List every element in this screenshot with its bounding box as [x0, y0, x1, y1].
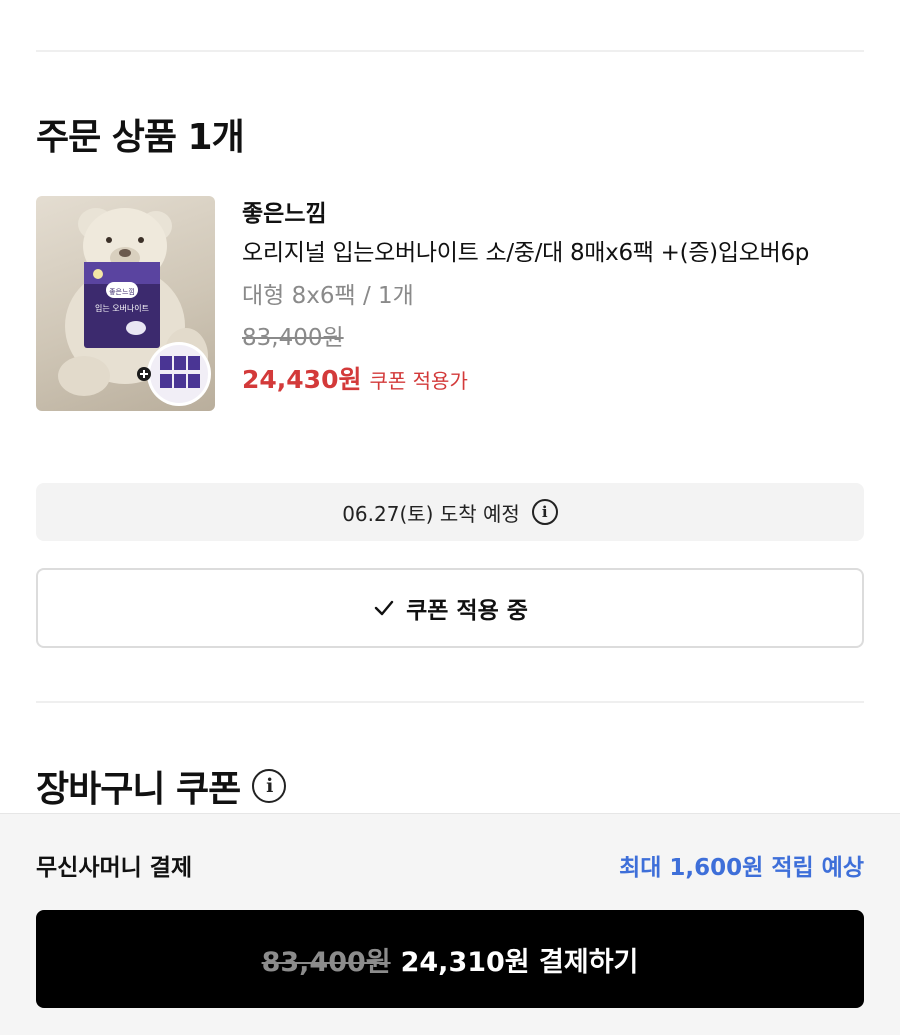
- product-image[interactable]: 좋은느낌 입는 오버나이트: [36, 196, 215, 411]
- coupon-price-note: 쿠폰 적용가: [369, 369, 468, 393]
- original-price: 83,400원: [242, 325, 344, 351]
- payment-method-label: 무신사머니 결제: [36, 855, 193, 881]
- checkout-page: 주문 상품 1개 좋은느낌 입는 오버나이트 좋은느낌 오리지널 입는오버나이트…: [0, 0, 900, 1035]
- top-divider: [36, 50, 864, 52]
- coupon-button-label: 쿠폰 적용 중: [406, 598, 528, 624]
- reward-estimate: 최대 1,600원 적립 예상: [619, 855, 864, 881]
- sale-price: 24,430원: [242, 365, 362, 394]
- check-icon: [374, 600, 394, 616]
- delivery-estimate: 06.27(토) 도착 예정 i: [36, 483, 864, 541]
- teddy-bear-product-illustration: 좋은느낌 입는 오버나이트: [58, 208, 211, 406]
- product-info: 좋은느낌 오리지널 입는오버나이트 소/중/대 8매x6팩 +(증)입오버6p …: [242, 196, 872, 403]
- coupon-applied-button[interactable]: 쿠폰 적용 중: [36, 568, 864, 648]
- info-icon[interactable]: i: [531, 499, 558, 525]
- plus-icon: [137, 367, 151, 381]
- product-name[interactable]: 오리지널 입는오버나이트 소/중/대 8매x6팩 +(증)입오버6p: [242, 232, 872, 274]
- package-brand: 좋은느낌: [109, 288, 135, 296]
- payment-bar: 무신사머니 결제 최대 1,600원 적립 예상 83,400원 24,310원…: [0, 813, 900, 1035]
- section-divider: [36, 701, 864, 703]
- sale-price-row: 24,430원 쿠폰 적용가: [242, 358, 872, 403]
- pay-original-price: 83,400원: [261, 946, 391, 978]
- pay-button[interactable]: 83,400원 24,310원 결제하기: [36, 910, 864, 1008]
- order-items-title: 주문 상품 1개: [36, 117, 245, 158]
- cart-coupon-title: 장바구니 쿠폰 i: [36, 760, 287, 812]
- package-label: 입는 오버나이트: [95, 303, 149, 313]
- pay-final-label: 24,310원 결제하기: [400, 946, 639, 978]
- product-brand[interactable]: 좋은느낌: [242, 196, 872, 232]
- product-option: 대형 8x6팩 / 1개: [242, 283, 414, 309]
- delivery-text: 06.27(토) 도착 예정: [342, 501, 520, 526]
- info-icon[interactable]: i: [252, 769, 287, 803]
